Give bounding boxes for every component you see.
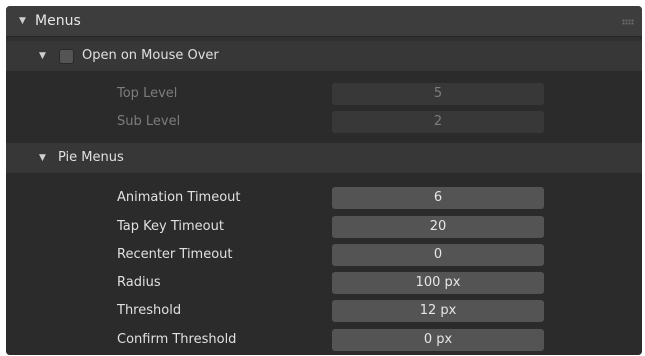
tap-key-timeout-label: Tap Key Timeout: [117, 219, 224, 234]
radius-label: Radius: [117, 275, 161, 290]
confirm-threshold-label: Confirm Threshold: [117, 332, 237, 347]
top-level-field[interactable]: 5: [332, 83, 544, 105]
open-on-mouse-over-body: Top Level 5 Sub Level 2: [6, 71, 642, 143]
recenter-timeout-label: Recenter Timeout: [117, 247, 233, 262]
sub-level-label: Sub Level: [117, 114, 181, 129]
top-level-label: Top Level: [117, 86, 178, 101]
expand-triangle-icon[interactable]: ▼: [39, 51, 46, 61]
menus-panel-title: Menus: [35, 13, 81, 29]
animation-timeout-label: Animation Timeout: [117, 190, 241, 205]
open-on-mouse-over-label: Open on Mouse Over: [82, 48, 219, 63]
pie-menus-body: Animation Timeout 6 Tap Key Timeout 20 R…: [6, 173, 642, 355]
drag-grip-icon[interactable]: [622, 19, 634, 25]
open-on-mouse-over-checkbox[interactable]: [59, 49, 74, 64]
menus-panel-header[interactable]: ▼ Menus: [6, 6, 642, 37]
pie-menus-title: Pie Menus: [58, 150, 124, 165]
expand-triangle-icon[interactable]: ▼: [39, 153, 46, 163]
threshold-field[interactable]: 12 px: [332, 300, 544, 322]
expand-triangle-icon[interactable]: ▼: [19, 16, 26, 26]
radius-field[interactable]: 100 px: [332, 272, 544, 294]
confirm-threshold-field[interactable]: 0 px: [332, 329, 544, 351]
threshold-label: Threshold: [117, 303, 182, 318]
tap-key-timeout-field[interactable]: 20: [332, 216, 544, 238]
open-on-mouse-over-header[interactable]: ▼ Open on Mouse Over: [6, 41, 642, 71]
recenter-timeout-field[interactable]: 0: [332, 244, 544, 266]
pie-menus-header[interactable]: ▼ Pie Menus: [6, 143, 642, 173]
animation-timeout-field[interactable]: 6: [332, 187, 544, 209]
sub-level-field[interactable]: 2: [332, 111, 544, 133]
preferences-panel: ▼ Menus ▼ Open on Mouse Over Top Level 5…: [6, 6, 642, 355]
